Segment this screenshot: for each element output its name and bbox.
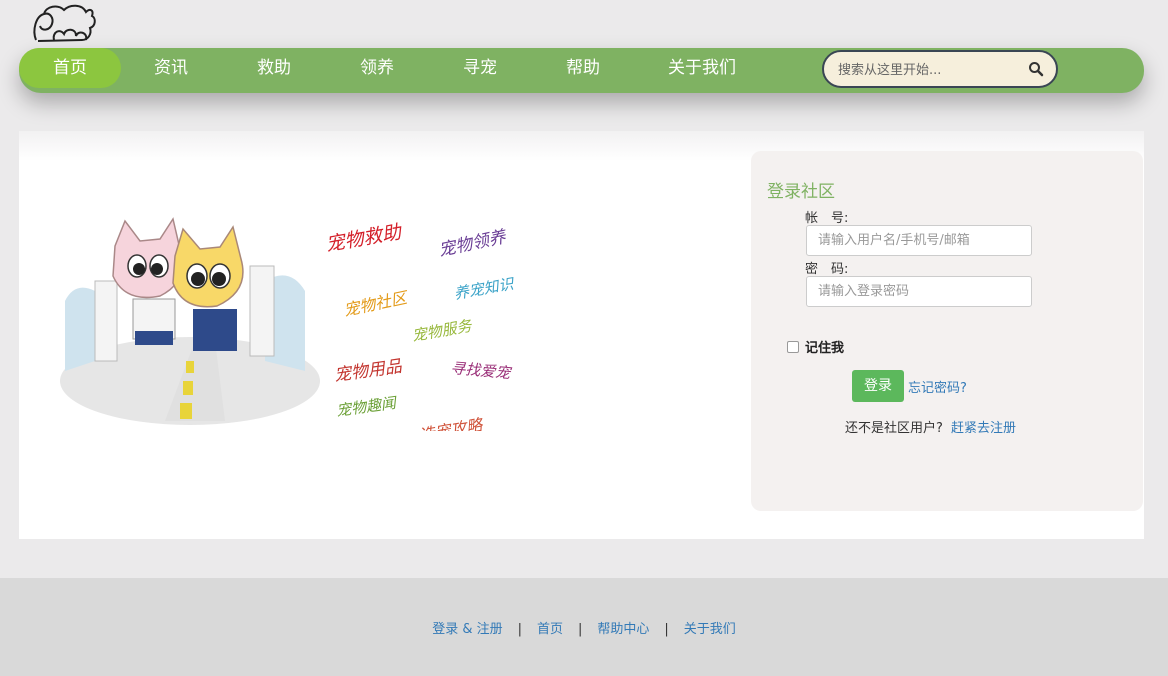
footer: 登录 & 注册 | 首页 | 帮助中心 | 关于我们 xyxy=(0,578,1168,676)
remember-checkbox[interactable] xyxy=(787,341,799,353)
illustration-word: 选宠攻略 xyxy=(417,415,485,431)
account-input[interactable] xyxy=(806,225,1032,256)
nav-item-adopt[interactable]: 领养 xyxy=(337,48,417,88)
account-label: 帐 号: xyxy=(805,211,849,226)
illustration-word: 养宠知识 xyxy=(453,274,517,302)
nav-item-find-pet[interactable]: 寻宠 xyxy=(440,48,520,88)
illustration-word: 宠物社区 xyxy=(342,288,411,320)
register-prompt: 还不是社区用户? xyxy=(845,421,943,436)
login-title: 登录社区 xyxy=(767,182,835,202)
footer-link-help-center[interactable]: 帮助中心 xyxy=(597,622,649,637)
nav-item-news[interactable]: 资讯 xyxy=(131,48,211,88)
login-panel: 登录社区 帐 号: 密 码: 记住我 登录 忘记密码? 还不是社区用户? 赶紧去… xyxy=(751,151,1143,511)
illustration-word: 寻找爱宠 xyxy=(450,359,513,382)
footer-link-home[interactable]: 首页 xyxy=(537,622,563,637)
remember-label[interactable]: 记住我 xyxy=(805,337,844,356)
pets-illustration: 宠物救助 宠物领养 宠物社区 养宠知识 宠物服务 宠物用品 寻找爱宠 宠物趣闻 … xyxy=(60,217,517,431)
nav-item-home[interactable]: 首页 xyxy=(19,48,121,88)
register-link[interactable]: 赶紧去注册 xyxy=(951,417,1016,436)
main-navbar: 首页 资讯 救助 领养 寻宠 帮助 关于我们 xyxy=(19,48,1144,93)
nav-item-help[interactable]: 帮助 xyxy=(543,48,623,88)
search-input[interactable] xyxy=(836,52,1020,88)
footer-links: 登录 & 注册 | 首页 | 帮助中心 | 关于我们 xyxy=(0,618,1168,637)
illustration-word: 宠物服务 xyxy=(411,316,475,344)
footer-link-login-register[interactable]: 登录 & 注册 xyxy=(432,622,502,637)
search-icon[interactable] xyxy=(1028,61,1044,77)
footer-separator: | xyxy=(664,622,669,637)
logo-icon[interactable] xyxy=(30,0,100,46)
illustration-word: 宠物救助 xyxy=(324,221,405,256)
illustration-word: 宠物用品 xyxy=(333,357,404,386)
footer-separator: | xyxy=(578,622,583,637)
password-input[interactable] xyxy=(806,276,1032,307)
nav-item-rescue[interactable]: 救助 xyxy=(234,48,314,88)
search-box xyxy=(822,50,1058,88)
footer-link-about[interactable]: 关于我们 xyxy=(684,622,736,637)
illustration-word: 宠物领养 xyxy=(437,227,510,261)
forgot-password-link[interactable]: 忘记密码? xyxy=(908,377,967,396)
footer-separator: | xyxy=(517,622,522,637)
nav-item-about[interactable]: 关于我们 xyxy=(652,48,752,88)
illustration-word: 宠物趣闻 xyxy=(335,394,399,420)
login-button[interactable]: 登录 xyxy=(852,370,904,402)
main-content: 宠物救助 宠物领养 宠物社区 养宠知识 宠物服务 宠物用品 寻找爱宠 宠物趣闻 … xyxy=(19,131,1144,539)
password-label: 密 码: xyxy=(805,262,849,277)
